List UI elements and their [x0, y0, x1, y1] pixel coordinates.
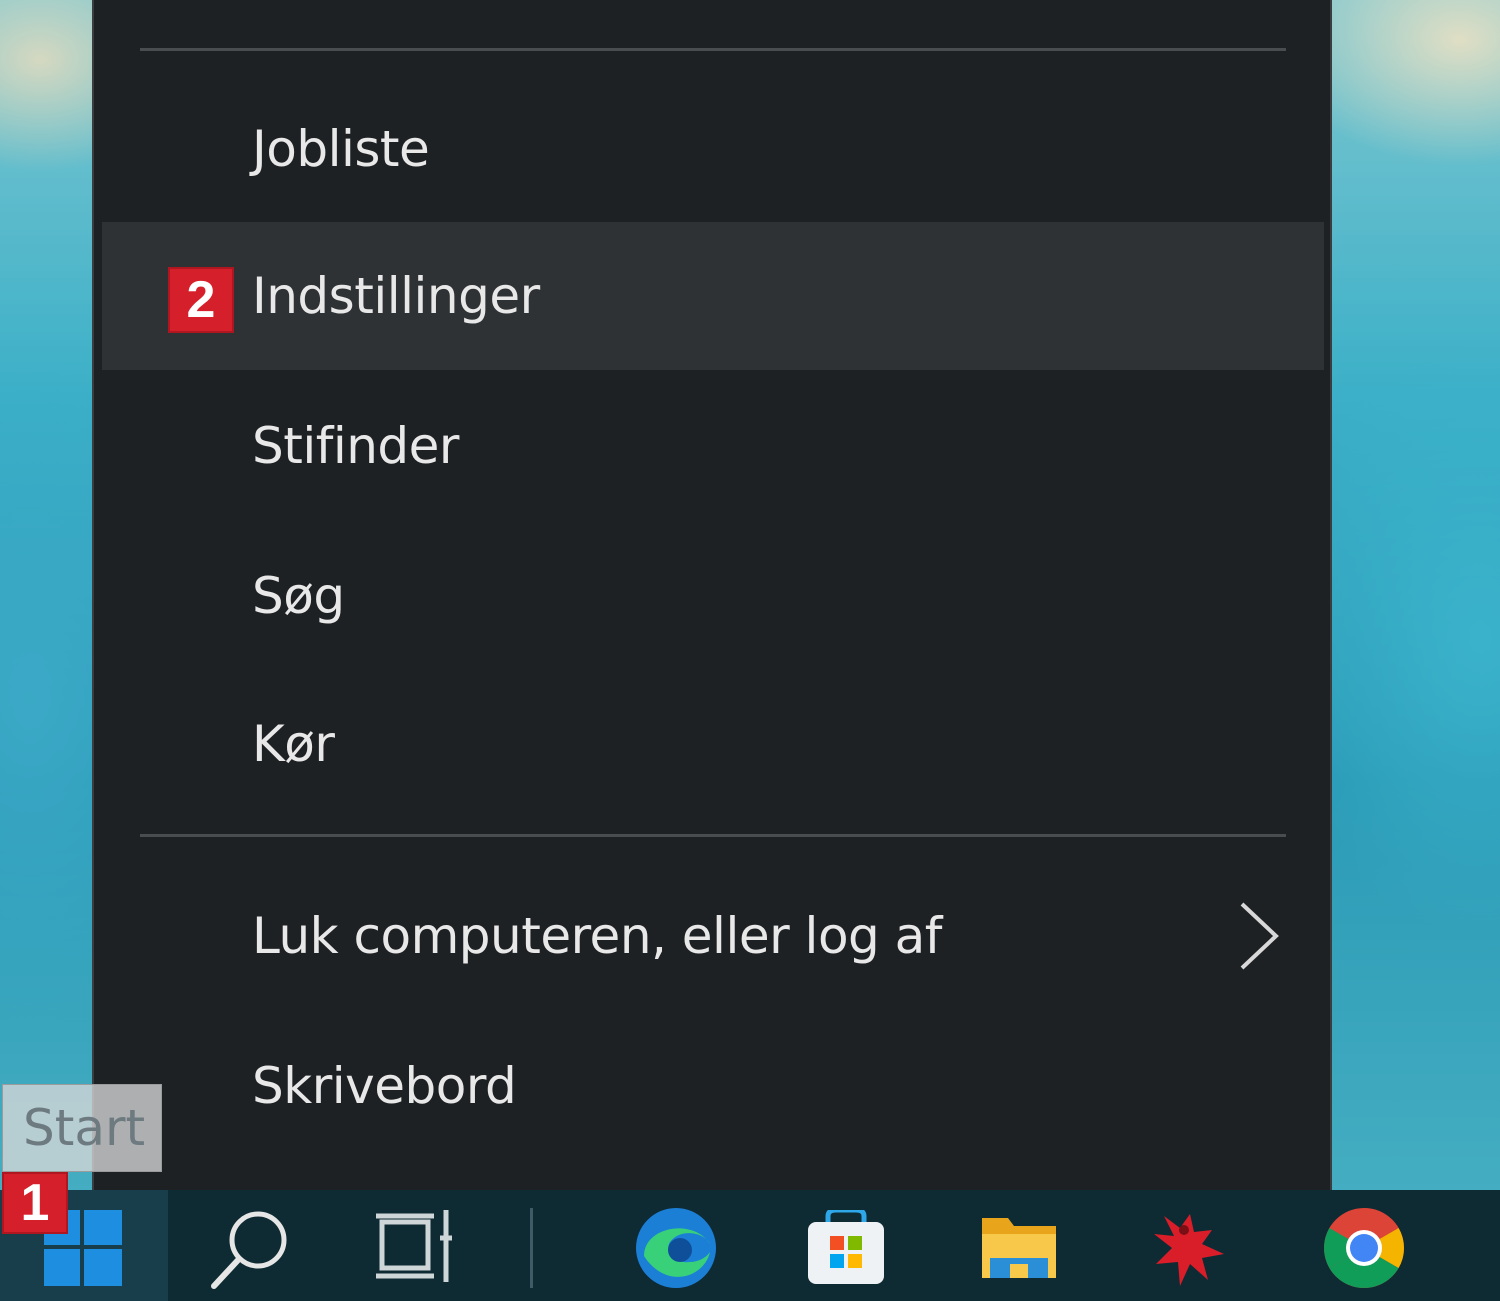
- search-icon[interactable]: [208, 1206, 294, 1292]
- menu-item-label: Luk computeren, eller log af: [252, 907, 942, 965]
- step-badge-1: 1: [2, 1172, 68, 1234]
- tooltip-text: Start: [23, 1099, 146, 1157]
- menu-item-soeg[interactable]: Søg: [102, 522, 1324, 670]
- menu-item-skrivebord[interactable]: Skrivebord: [102, 1012, 1324, 1160]
- menu-item-label: Indstillinger: [252, 267, 540, 325]
- chrome-icon[interactable]: [1322, 1206, 1406, 1290]
- menu-item-label: Kør: [252, 715, 335, 773]
- red-app-icon[interactable]: [1150, 1208, 1230, 1288]
- menu-item-jobliste[interactable]: Jobliste: [102, 75, 1324, 223]
- taskbar: 1: [0, 1172, 1500, 1301]
- step-badge-2: 2: [168, 267, 234, 333]
- start-context-menu: Jobliste 2 Indstillinger Stifinder Søg K…: [92, 0, 1332, 1194]
- edge-icon[interactable]: [634, 1206, 718, 1290]
- task-view-icon[interactable]: [376, 1208, 460, 1284]
- menu-item-indstillinger[interactable]: 2 Indstillinger: [102, 222, 1324, 370]
- menu-separator: [140, 48, 1286, 51]
- menu-item-koer[interactable]: Kør: [102, 670, 1324, 818]
- menu-item-stifinder[interactable]: Stifinder: [102, 372, 1324, 520]
- menu-item-label: Søg: [252, 567, 345, 625]
- taskbar-divider: [530, 1208, 533, 1288]
- menu-item-label: Skrivebord: [252, 1057, 517, 1115]
- menu-item-label: Jobliste: [252, 120, 430, 178]
- file-explorer-icon[interactable]: [982, 1212, 1056, 1280]
- start-tooltip: Start: [2, 1084, 162, 1172]
- menu-item-label: Stifinder: [252, 417, 459, 475]
- chevron-right-icon: [1240, 902, 1279, 970]
- microsoft-store-icon[interactable]: [806, 1210, 886, 1286]
- menu-separator: [140, 834, 1286, 837]
- menu-item-shutdown[interactable]: Luk computeren, eller log af: [102, 862, 1324, 1010]
